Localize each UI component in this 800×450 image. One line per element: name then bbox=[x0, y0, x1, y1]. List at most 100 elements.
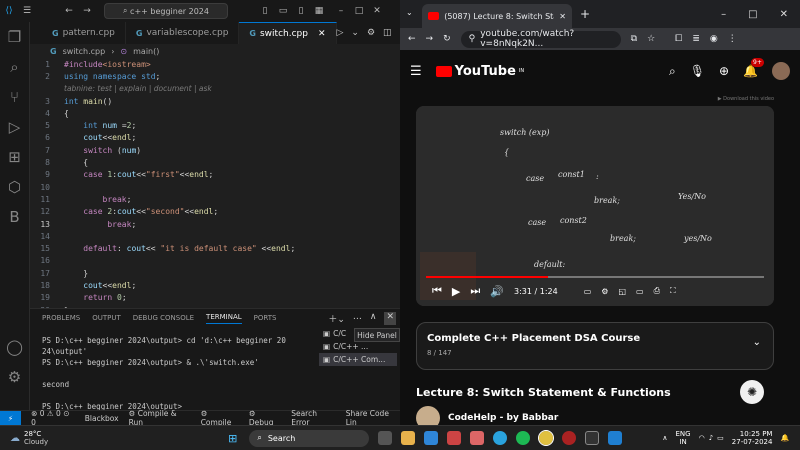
layout-panel-icon[interactable]: ▭ bbox=[274, 6, 292, 16]
run-icon[interactable]: ▷ bbox=[337, 28, 344, 38]
remote-icon[interactable]: ⚡ bbox=[0, 410, 22, 426]
app-icon[interactable] bbox=[585, 431, 600, 445]
play-icon[interactable]: ▶ bbox=[452, 285, 460, 298]
theater-icon[interactable]: ▭ bbox=[636, 287, 644, 296]
code-line[interactable]: 2 using namespace std; bbox=[30, 70, 400, 82]
media-icon[interactable]: ≣ bbox=[692, 34, 700, 44]
wifi-icon[interactable]: ◠ bbox=[699, 434, 705, 442]
notification-center-icon[interactable]: 🔔 bbox=[780, 434, 789, 442]
panel-tab[interactable]: TERMINAL bbox=[206, 313, 242, 324]
minimize-icon[interactable]: – bbox=[332, 6, 350, 16]
more-icon[interactable]: … bbox=[353, 312, 362, 325]
code-line[interactable]: 1 #include<iostream> bbox=[30, 58, 400, 70]
video-player[interactable]: switch (exp) {case const1: break; Yes/No case… bbox=[416, 106, 774, 306]
panel-tab[interactable]: PROBLEMS bbox=[42, 314, 80, 322]
code-line[interactable]: tabnine: test | explain | document | ask bbox=[30, 83, 400, 95]
language-indicator[interactable]: ENG IN bbox=[675, 430, 690, 446]
cast-icon[interactable]: ⎙ bbox=[654, 286, 660, 296]
miniplayer-icon[interactable]: ◱ bbox=[618, 287, 626, 296]
edge-icon[interactable] bbox=[424, 431, 439, 445]
layout-sidebar-icon[interactable]: ▯ bbox=[256, 6, 274, 16]
file-explorer-icon[interactable] bbox=[401, 431, 416, 445]
extensions-icon[interactable]: ⊞ bbox=[0, 142, 29, 172]
app-icon[interactable] bbox=[562, 431, 577, 445]
ai-assist-icon[interactable]: ✺ bbox=[740, 380, 764, 404]
code-editor[interactable]: 1 #include<iostream> 2 using namespace std;… bbox=[30, 58, 400, 315]
minimize-icon[interactable]: – bbox=[721, 9, 726, 20]
tray-chevron-icon[interactable]: ∧ bbox=[662, 434, 667, 442]
command-search[interactable]: ⌕ c++ begginer 2024 bbox=[104, 3, 228, 19]
panel-tab[interactable]: PORTS bbox=[254, 314, 277, 322]
code-line[interactable]: 6 cout<<endl; bbox=[30, 132, 400, 144]
code-line[interactable]: 5 int num =2; bbox=[30, 119, 400, 131]
chevron-down-icon[interactable]: ⌄ bbox=[351, 28, 359, 38]
url-field[interactable]: ⚲ youtube.com/watch?v=8nNqk2N... bbox=[460, 29, 621, 49]
extensions-icon[interactable]: ⧠ bbox=[675, 34, 682, 44]
run-debug-icon[interactable]: ▷ bbox=[0, 112, 29, 142]
playlist-card[interactable]: Complete C++ Placement DSA Course 8 / 14… bbox=[416, 322, 774, 370]
code-line[interactable]: 14 bbox=[30, 230, 400, 242]
code-line[interactable]: 4{ bbox=[30, 107, 400, 119]
breadcrumb-file[interactable]: switch.cpp bbox=[63, 47, 106, 56]
browser-tab[interactable]: (5087) Lecture 8: Switch Statemen ✕ bbox=[422, 4, 572, 28]
create-icon[interactable]: ⊕ bbox=[719, 64, 729, 78]
weather-widget[interactable]: 28°C Cloudy bbox=[24, 430, 48, 446]
terminal-instance[interactable]: ▣ C/C++ Com... bbox=[319, 353, 397, 366]
back-arrow-icon[interactable]: ← bbox=[60, 6, 78, 16]
blackbox-icon[interactable]: ⬡ bbox=[0, 172, 29, 202]
profile-icon[interactable]: ◉ bbox=[710, 34, 718, 44]
speaker-icon[interactable]: ♪ bbox=[709, 434, 713, 442]
taskbar-search[interactable]: ⌕ Search bbox=[249, 429, 370, 447]
code-line[interactable]: 8 { bbox=[30, 156, 400, 168]
new-tab-icon[interactable]: + bbox=[580, 7, 590, 21]
code-line[interactable]: 10 bbox=[30, 181, 400, 193]
app-icon[interactable] bbox=[470, 431, 485, 445]
b-extension-icon[interactable]: B bbox=[0, 202, 29, 232]
terminal-output[interactable]: PS D:\c++ begginer 2024\output> cd 'd:\c… bbox=[42, 335, 286, 412]
back-arrow-icon[interactable]: ← bbox=[408, 34, 416, 44]
panel-tab[interactable]: OUTPUT bbox=[92, 314, 121, 322]
split-editor-icon[interactable]: ◫ bbox=[383, 28, 392, 38]
forward-arrow-icon[interactable]: → bbox=[78, 6, 96, 16]
account-icon[interactable]: ◯ bbox=[0, 332, 29, 362]
explorer-icon[interactable]: ❐ bbox=[0, 22, 29, 52]
close-icon[interactable]: ✕ bbox=[780, 9, 788, 20]
spotify-icon[interactable] bbox=[516, 431, 531, 445]
maximize-icon[interactable]: □ bbox=[748, 9, 757, 20]
vscode-taskbar-icon[interactable] bbox=[608, 431, 623, 445]
chevron-down-icon[interactable]: ⌄ bbox=[753, 337, 761, 348]
settings-gear-icon[interactable]: ⚙ bbox=[601, 287, 608, 296]
next-icon[interactable]: ⏭ bbox=[470, 284, 480, 298]
code-line[interactable]: 18 cout<<endl; bbox=[30, 279, 400, 291]
panel-tab[interactable]: DEBUG CONSOLE bbox=[133, 314, 194, 322]
tab-search-icon[interactable]: ⌄ bbox=[406, 8, 413, 17]
code-line[interactable]: 15 default: cout<< "it is default case" … bbox=[30, 242, 400, 254]
telegram-icon[interactable] bbox=[493, 431, 508, 445]
close-icon[interactable]: ✕ bbox=[368, 6, 386, 16]
search-icon[interactable]: ⌕ bbox=[669, 64, 676, 79]
weather-icon[interactable]: ☁ bbox=[10, 433, 20, 444]
settings-gear-icon[interactable]: ⚙ bbox=[367, 28, 375, 38]
close-tab-icon[interactable]: ✕ bbox=[559, 12, 566, 21]
tab-pattern[interactable]: Gpattern.cpp bbox=[30, 22, 126, 44]
source-control-icon[interactable]: ⑂ bbox=[0, 82, 29, 112]
start-icon[interactable]: ⊞ bbox=[228, 432, 237, 445]
close-tab-icon[interactable]: ✕ bbox=[318, 29, 326, 39]
code-line[interactable]: 12 case 2:cout<<"second"<<endl; bbox=[30, 206, 400, 218]
add-terminal-icon[interactable]: ＋⌄ bbox=[328, 312, 345, 325]
volume-icon[interactable]: 🔊 bbox=[490, 285, 504, 298]
blackbox-status[interactable]: Blackbox bbox=[85, 414, 119, 423]
search-icon[interactable]: ⌕ bbox=[0, 52, 29, 82]
code-line[interactable]: 11 break; bbox=[30, 193, 400, 205]
battery-icon[interactable]: ▭ bbox=[717, 434, 724, 442]
playlist-title[interactable]: Complete C++ Placement DSA Course bbox=[427, 333, 763, 344]
tab-variablescope[interactable]: Gvariablescope.cpp bbox=[126, 22, 240, 44]
breadcrumb-symbol[interactable]: main() bbox=[133, 47, 159, 56]
reload-icon[interactable]: ↻ bbox=[443, 34, 451, 44]
code-line[interactable]: 3 int main() bbox=[30, 95, 400, 107]
site-info-icon[interactable]: ⚲ bbox=[469, 34, 476, 44]
app-icon[interactable] bbox=[447, 431, 462, 445]
mic-icon[interactable]: 🎙 bbox=[690, 64, 705, 78]
code-line[interactable]: 19 return 0; bbox=[30, 292, 400, 304]
code-line[interactable]: 16 bbox=[30, 255, 400, 267]
